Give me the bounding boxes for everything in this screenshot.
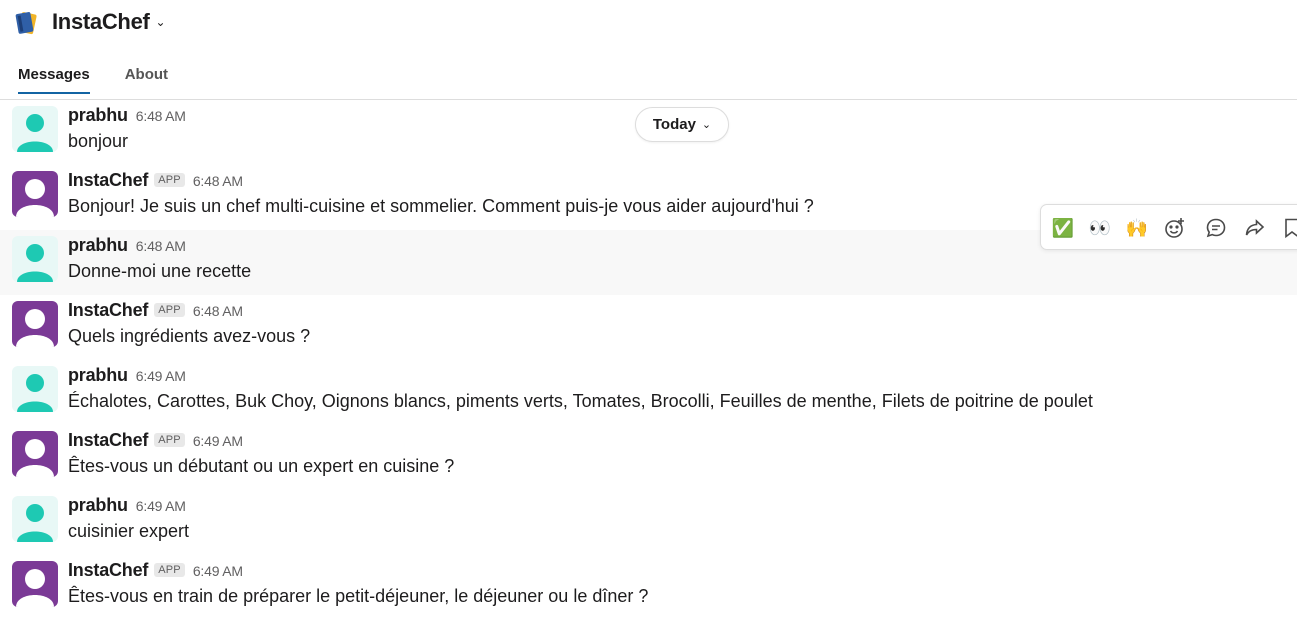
avatar[interactable]: [12, 236, 58, 282]
message-author: prabhu 6:48 AM: [68, 105, 186, 126]
message-text: Donne-moi une recette: [68, 261, 252, 281]
message-text: Êtes-vous un débutant ou un expert en cu…: [68, 456, 455, 476]
message-actions-toolbar: ✅ 👀 🙌: [1040, 204, 1297, 250]
message-item: prabhu 6:49 AM cuisinier expert: [0, 490, 1297, 555]
author-name[interactable]: prabhu: [68, 235, 128, 255]
chevron-down-icon: ⌄: [701, 119, 712, 131]
message-timestamp[interactable]: 6:49 AM: [193, 433, 243, 449]
author-name[interactable]: InstaChef: [68, 430, 148, 450]
message-text: Bonjour! Je suis un chef multi-cuisine e…: [68, 196, 814, 216]
message-text: bonjour: [68, 131, 129, 151]
message-item: prabhu 6:49 AM Échalotes, Carottes, Buk C…: [0, 360, 1297, 425]
date-divider-label: Today: [652, 116, 696, 133]
white-check-mark-icon[interactable]: ✅: [1048, 213, 1078, 243]
message-timestamp[interactable]: 6:49 AM: [136, 498, 186, 514]
share-icon[interactable]: [1240, 213, 1270, 243]
message-item: InstaChef APP 6:49 AM Êtes-vous en train d…: [0, 555, 1297, 620]
eyes-icon[interactable]: 👀: [1085, 213, 1115, 243]
chevron-down-icon: ⌄: [155, 15, 166, 29]
author-name[interactable]: InstaChef: [68, 170, 148, 190]
message-text: Échalotes, Carottes, Buk Choy, Oignons b…: [68, 391, 1093, 411]
raised-hands-icon[interactable]: 🙌: [1122, 213, 1152, 243]
avatar[interactable]: [12, 171, 58, 217]
message-author: InstaChef APP 6:48 AM: [68, 170, 243, 191]
avatar[interactable]: [12, 431, 58, 477]
date-divider-button[interactable]: Today ⌄: [635, 107, 729, 142]
message-timestamp[interactable]: 6:48 AM: [193, 303, 243, 319]
message-timestamp[interactable]: 6:48 AM: [136, 108, 186, 124]
channel-header: InstaChef ⌄ Messages About: [0, 0, 1297, 100]
avatar[interactable]: [12, 561, 58, 607]
app-badge: APP: [154, 303, 185, 317]
instachef-logo-icon: [14, 10, 40, 36]
avatar[interactable]: [12, 496, 58, 542]
message-author: prabhu 6:49 AM: [68, 365, 186, 386]
message-item: InstaChef APP 6:49 AM Êtes-vous un débutan…: [0, 425, 1297, 490]
message-timestamp[interactable]: 6:48 AM: [136, 238, 186, 254]
app-badge: APP: [154, 563, 185, 577]
message-author: prabhu 6:48 AM: [68, 235, 186, 256]
avatar[interactable]: [12, 366, 58, 412]
avatar[interactable]: [12, 106, 58, 152]
bookmark-icon[interactable]: [1277, 213, 1297, 243]
app-title-dropdown[interactable]: InstaChef ⌄: [52, 9, 166, 35]
message-author: InstaChef APP 6:48 AM: [68, 300, 243, 321]
avatar[interactable]: [12, 301, 58, 347]
app-badge: APP: [154, 433, 185, 447]
author-name[interactable]: InstaChef: [68, 300, 148, 320]
message-text: Êtes-vous en train de préparer le petit-…: [68, 586, 649, 606]
tab-bar: Messages About: [18, 66, 168, 94]
author-name[interactable]: InstaChef: [68, 560, 148, 580]
message-item: InstaChef APP 6:48 AM Quels ingrédients av…: [0, 295, 1297, 360]
tab-about[interactable]: About: [125, 66, 168, 94]
message-list: prabhu 6:48 AM bonjour InstaChef APP 6:48 A…: [0, 100, 1297, 622]
author-name[interactable]: prabhu: [68, 105, 128, 125]
message-timestamp[interactable]: 6:48 AM: [193, 173, 243, 189]
author-name[interactable]: prabhu: [68, 495, 128, 515]
message-author: InstaChef APP 6:49 AM: [68, 560, 243, 581]
message-author: InstaChef APP 6:49 AM: [68, 430, 243, 451]
add-reaction-icon[interactable]: [1160, 213, 1190, 243]
app-title: InstaChef: [52, 9, 150, 34]
message-author: prabhu 6:49 AM: [68, 495, 186, 516]
message-text: cuisinier expert: [68, 521, 190, 541]
tab-messages[interactable]: Messages: [18, 66, 90, 94]
app-badge: APP: [154, 173, 185, 187]
message-text: Quels ingrédients avez-vous ?: [68, 326, 311, 346]
author-name[interactable]: prabhu: [68, 365, 128, 385]
reply-in-thread-icon[interactable]: [1201, 213, 1231, 243]
message-timestamp[interactable]: 6:49 AM: [136, 368, 186, 384]
message-timestamp[interactable]: 6:49 AM: [193, 563, 243, 579]
